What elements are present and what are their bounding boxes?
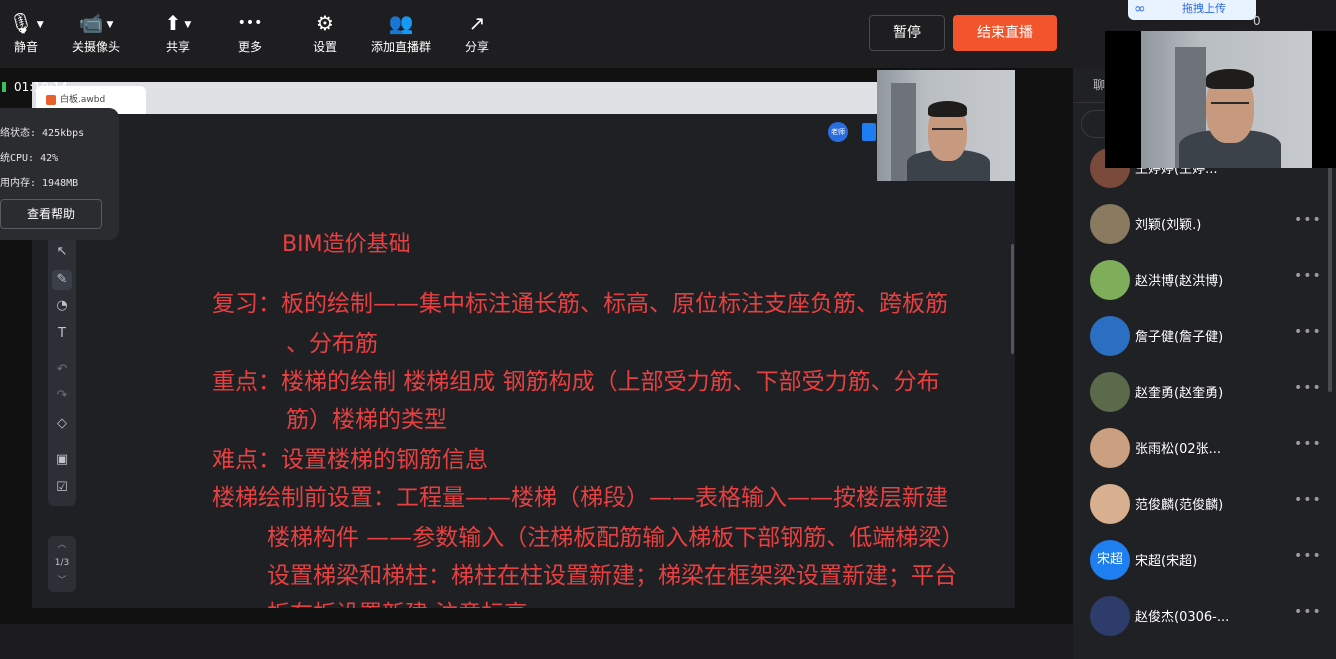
browser-tab-bar: 白板.awbd <box>32 82 1015 114</box>
page-down-icon[interactable]: ﹀ <box>48 572 76 590</box>
slide-title: BIM造价基础 <box>282 232 411 257</box>
member-item[interactable]: 詹子健(詹子健) ••• <box>1090 314 1322 358</box>
text-icon[interactable]: T <box>52 324 72 344</box>
redo-icon[interactable]: ↷ <box>52 386 72 406</box>
share-icon: ↗ <box>468 11 486 35</box>
more-dots-icon[interactable]: ••• <box>1294 380 1322 396</box>
upload-count: 0 <box>1253 14 1261 28</box>
slide-line: 复习：板的绘制——集中标注通长筋、标高、原位标注支座负筋、跨板筋 <box>212 291 948 317</box>
pause-button[interactable]: 暂停 <box>869 15 945 51</box>
add-group-icon: 👥 <box>388 11 414 35</box>
bottom-bar <box>0 624 1073 659</box>
share-screen-button[interactable]: ⬆ ▼ 共享 <box>156 10 200 60</box>
avatar <box>1090 316 1130 356</box>
page-up-icon[interactable]: ︿ <box>48 536 76 554</box>
view-help-button[interactable]: 查看帮助 <box>0 199 102 229</box>
avatar <box>1090 484 1130 524</box>
select-cursor-icon[interactable]: ↖ <box>52 242 72 262</box>
teacher-webcam-small <box>877 70 1015 181</box>
avatar <box>1090 204 1130 244</box>
member-item[interactable]: 张雨松(02张... ••• <box>1090 426 1322 470</box>
more-dots-icon[interactable]: ••• <box>1294 268 1322 284</box>
camera-off-button[interactable]: 📹 ▼ 关摄像头 <box>68 10 124 60</box>
member-item[interactable]: 宋超 宋超(宋超) ••• <box>1090 538 1322 582</box>
undo-icon[interactable]: ↶ <box>52 360 72 380</box>
eraser-icon[interactable]: ◇ <box>52 414 72 434</box>
more-dots-icon[interactable]: ••• <box>1294 436 1322 452</box>
avatar <box>1090 260 1130 300</box>
cpu-usage: 统CPU: 42% <box>0 153 59 164</box>
blue-tag <box>862 123 876 141</box>
more-dots-icon[interactable]: ••• <box>1294 324 1322 340</box>
end-live-button[interactable]: 结束直播 <box>953 15 1057 51</box>
slide-line: 楼梯构件 ——参数输入（注梯板配筋输入梯板下部钢筋、低端梯梁） <box>267 525 965 551</box>
signal-icon <box>2 82 6 92</box>
page-number: 1/3 <box>54 558 70 568</box>
cloud-upload-icon: ∞ <box>1134 1 1146 17</box>
slide-line: 重点：楼梯的绘制 楼梯组成 钢筋构成（上部受力筋、下部受力筋、分布 <box>212 369 940 395</box>
live-timer: 01:10:14 <box>0 80 68 96</box>
slide-line: 楼梯绘制前设置：工程量——楼梯（梯段）——表格输入——按楼层新建 <box>212 485 948 511</box>
slide-line: 筋）楼梯的类型 <box>286 407 447 433</box>
more-dots-icon[interactable]: ••• <box>1294 492 1322 508</box>
screen-share-icon: ⬆ ▼ <box>164 11 192 35</box>
camera-icon: 📹 ▼ <box>78 11 114 35</box>
pen-icon[interactable]: ✎ <box>52 270 72 290</box>
more-dots-icon[interactable]: ••• <box>1294 212 1322 228</box>
teacher-badge: 老师 <box>828 122 848 142</box>
member-list-scrollbar[interactable] <box>1328 140 1332 392</box>
slide-line: 、分布筋 <box>286 331 378 357</box>
memory-usage: 用内存: 1948MB <box>0 178 79 189</box>
slide-scrollbar[interactable] <box>1011 244 1014 354</box>
chat-tab[interactable]: 聊 <box>1093 76 1105 93</box>
more-dots-icon: ••• <box>237 15 263 31</box>
more-dots-icon[interactable]: ••• <box>1294 548 1322 564</box>
mute-button[interactable]: 🎙 ▼ 静音 <box>4 10 48 60</box>
shared-screen: 白板.awbd 老师 ↖ ✎ ◔ T ↶ ↷ ◇ ▣ ☑ ︿ 1/3 ﹀ BIM… <box>32 82 1015 608</box>
whiteboard-header: 老师 <box>32 114 1015 148</box>
member-item[interactable]: 赵洪博(赵洪博) ••• <box>1090 258 1322 302</box>
avatar <box>1090 428 1130 468</box>
slide-area: ↖ ✎ ◔ T ↶ ↷ ◇ ▣ ☑ ︿ 1/3 ﹀ BIM造价基础 复习：板的绘… <box>32 148 1015 608</box>
file-icon <box>46 95 56 105</box>
more-button[interactable]: ••• 更多 <box>230 10 270 60</box>
shapes-icon[interactable]: ◔ <box>52 296 72 316</box>
microphone-icon: 🎙 ▼ <box>8 11 44 35</box>
member-item[interactable]: 刘颖(刘颖.) ••• <box>1090 202 1322 246</box>
avatar <box>1090 596 1130 636</box>
whiteboard-tool-rail: ↖ ✎ ◔ T ↶ ↷ ◇ ▣ ☑ <box>48 234 76 506</box>
member-item[interactable]: 赵奎勇(赵奎勇) ••• <box>1090 370 1322 414</box>
avatar: 宋超 <box>1090 540 1130 580</box>
teacher-webcam-large <box>1105 31 1336 168</box>
network-status: 络状态: 425kbps <box>0 128 85 139</box>
settings-button[interactable]: ⚙ 设置 <box>306 10 344 60</box>
member-item[interactable]: 范俊麟(范俊麟) ••• <box>1090 482 1322 526</box>
slide-line: 板在板设置新建 注意标高 <box>267 594 527 608</box>
edit-note-icon[interactable]: ☑ <box>52 478 72 498</box>
page-control: ︿ 1/3 ﹀ <box>48 536 76 592</box>
slide-line: 难点：设置楼梯的钢筋信息 <box>212 447 488 473</box>
more-dots-icon[interactable]: ••• <box>1294 604 1322 620</box>
member-item[interactable]: 赵俊杰(0306-... ••• <box>1090 594 1322 638</box>
toolbox-icon[interactable]: ▣ <box>52 450 72 470</box>
share-button[interactable]: ↗ 分享 <box>460 10 494 60</box>
drag-upload-badge[interactable]: ∞ 拖拽上传 <box>1128 0 1256 20</box>
gear-icon: ⚙ <box>316 11 334 35</box>
slide-line: 设置梯梁和梯柱：梯柱在柱设置新建；梯梁在框架梁设置新建；平台 <box>267 563 957 589</box>
stats-panel: 络状态: 425kbps 统CPU: 42% 用内存: 1948MB 查看帮助 <box>0 108 119 240</box>
add-live-group-button[interactable]: 👥 添加直播群 <box>368 10 434 60</box>
avatar <box>1090 372 1130 412</box>
